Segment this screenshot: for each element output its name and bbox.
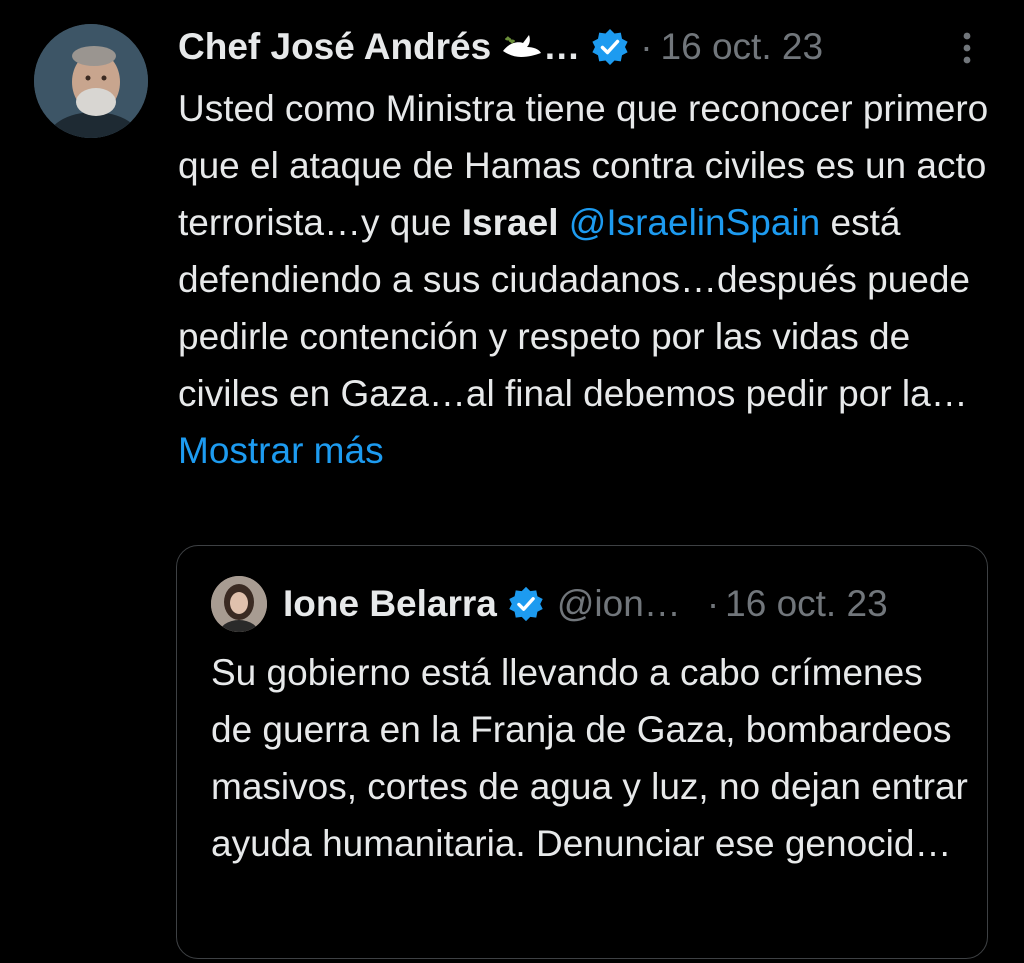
- tweet-body: Usted como Ministra tiene que reconocer …: [178, 80, 1008, 479]
- mention-link[interactable]: @IsraelinSpain: [569, 202, 820, 243]
- tweet-header: Chef José Andrés … · 16 oct. 23: [178, 24, 998, 70]
- author-name-truncation: …: [543, 26, 581, 67]
- verified-badge-icon: [590, 27, 630, 67]
- more-options-icon[interactable]: [950, 26, 984, 70]
- tweet-date[interactable]: 16 oct. 23: [661, 24, 824, 70]
- quoted-tweet[interactable]: Ione Belarra @ion… · 16 oct. 23 Su gobie…: [176, 545, 988, 959]
- quoted-author-name[interactable]: Ione Belarra: [283, 583, 497, 625]
- tweet[interactable]: Chef José Andrés … · 16 oct. 23 Usted co…: [0, 0, 1024, 963]
- show-more-link[interactable]: Mostrar más: [178, 430, 384, 471]
- avatar-photo-icon: [34, 24, 148, 138]
- separator-dot: ·: [640, 26, 653, 67]
- quoted-tweet-date: 16 oct. 23: [725, 583, 888, 624]
- quoted-author-avatar[interactable]: [211, 576, 267, 632]
- dove-emoji-icon: [499, 29, 543, 65]
- tweet-text-bold: Israel: [461, 202, 559, 243]
- verified-badge-icon: [507, 585, 545, 623]
- author-avatar[interactable]: [34, 24, 148, 138]
- quoted-author-handle[interactable]: @ion…: [557, 583, 681, 625]
- quoted-tweet-body: Su gobierno está llevando a cabo crímene…: [211, 652, 968, 864]
- author-name[interactable]: Chef José Andrés: [178, 24, 491, 70]
- separator-dot: ·: [706, 583, 720, 624]
- quoted-tweet-header: Ione Belarra @ion… · 16 oct. 23: [211, 576, 971, 632]
- avatar-photo-icon: [211, 576, 267, 632]
